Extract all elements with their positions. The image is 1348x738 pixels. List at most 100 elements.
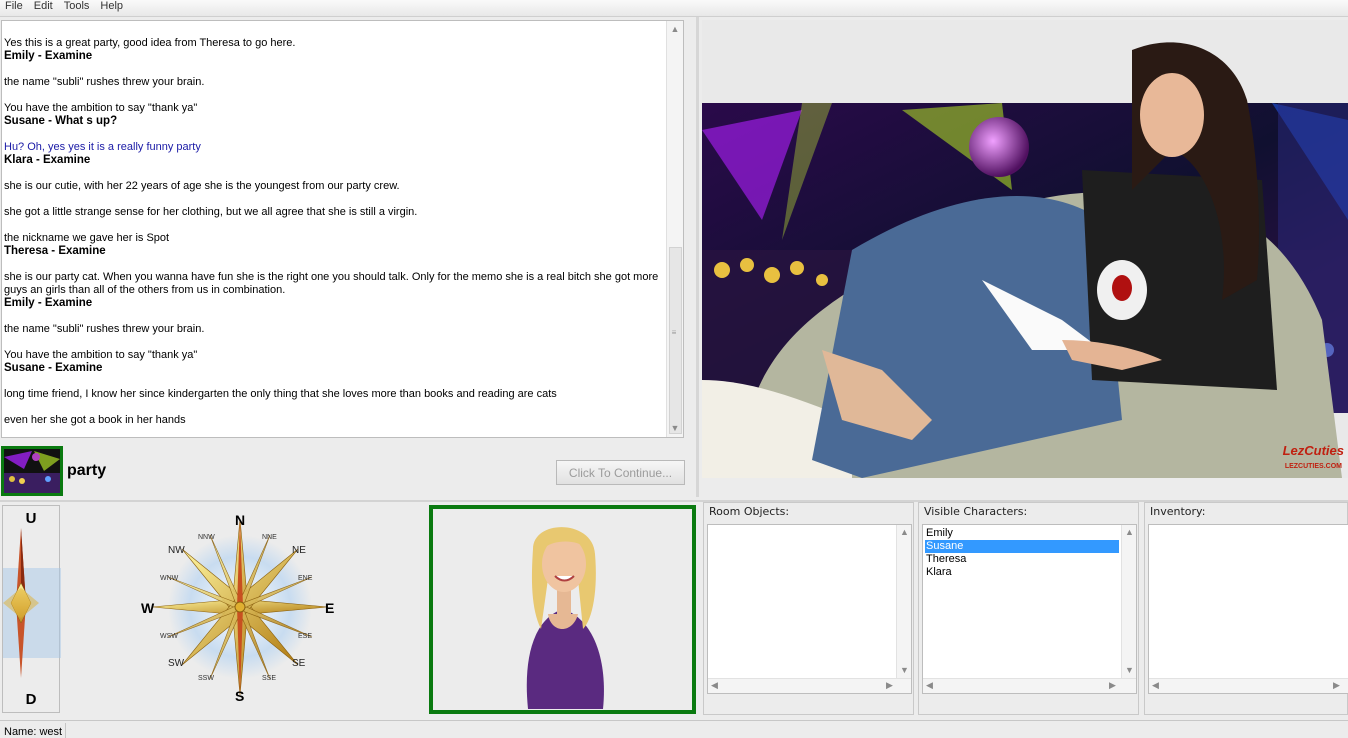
scroll-down-icon[interactable]: ▼ [669, 422, 681, 434]
log-scroll-thumb[interactable] [669, 247, 682, 434]
location-name: party [67, 462, 107, 479]
up-button[interactable]: U [3, 510, 59, 527]
log-line: Yes this is a great party, good idea fro… [4, 37, 296, 49]
characters-vscroll[interactable]: ▲ ▼ [1121, 525, 1136, 678]
compass-w[interactable]: W [141, 600, 154, 616]
log-scrollbar[interactable]: ▲ ≡ ▼ [666, 21, 683, 437]
log-spacer [4, 167, 664, 180]
log-line: Susane - What s up? [4, 115, 118, 127]
log-line: Emily - Examine [4, 297, 93, 309]
room-objects-hscroll[interactable]: ◀ ▶ [708, 678, 911, 693]
compass-nw[interactable]: NW [168, 545, 185, 556]
scene-logo-url: LEZCUTIES.COM [1284, 463, 1342, 470]
party-thumbnail-image [4, 449, 60, 493]
log-spacer [4, 375, 664, 388]
up-down-navigator: U D [2, 505, 61, 713]
inventory-hscroll[interactable]: ◀ ▶ [1149, 678, 1348, 693]
scroll-left-icon[interactable]: ◀ [926, 680, 933, 691]
log-spacer [4, 310, 664, 323]
room-objects-title: Room Objects: [709, 505, 790, 518]
characters-hscroll[interactable]: ◀ ▶ [923, 678, 1136, 693]
compass-sw[interactable]: SW [168, 658, 184, 669]
status-text: Name: west [4, 726, 63, 738]
visible-characters-title: Visible Characters: [924, 505, 1028, 518]
continue-button[interactable]: Click To Continue... [556, 460, 685, 485]
scroll-up-icon[interactable]: ▲ [1125, 527, 1134, 537]
room-objects-vscroll[interactable]: ▲ ▼ [896, 525, 911, 678]
scene-image: LezCuties LEZCUTIES.COM [702, 20, 1348, 478]
menu-tools[interactable]: Tools [59, 0, 96, 13]
scroll-right-icon[interactable]: ▶ [1109, 680, 1116, 691]
down-button[interactable]: D [3, 691, 59, 708]
character-item-emily[interactable]: Emily [925, 527, 1119, 540]
vertical-splitter[interactable] [696, 17, 699, 497]
scene-logo: LezCuties [1282, 443, 1344, 458]
log-line: she is our party cat. When you wanna hav… [4, 271, 662, 296]
scroll-left-icon[interactable]: ◀ [711, 680, 718, 691]
log-spacer [4, 219, 664, 232]
log-spacer [4, 336, 664, 349]
character-item-theresa[interactable]: Theresa [925, 553, 1119, 566]
scroll-right-icon[interactable]: ▶ [886, 680, 893, 691]
compass-rose-icon[interactable] [120, 507, 360, 713]
log-line: the nickname we gave her is Spot [4, 232, 170, 244]
character-portrait-image [526, 527, 604, 709]
up-down-arrow-icon[interactable] [3, 528, 61, 698]
inventory-title: Inventory: [1150, 505, 1206, 518]
inventory-list[interactable]: ◀ ▶ [1148, 524, 1348, 694]
compass-nnw[interactable]: NNW [198, 534, 215, 541]
compass-nne[interactable]: NNE [262, 534, 277, 541]
log-line: she got a little strange sense for her c… [4, 206, 418, 218]
scroll-up-icon[interactable]: ▲ [900, 527, 909, 537]
visible-characters-list[interactable]: ▲ ▼ ◀ ▶ Emily Susane Theresa Klara [922, 524, 1137, 694]
log-spacer [4, 193, 664, 206]
character-item-klara[interactable]: Klara [925, 566, 1119, 579]
compass-wnw[interactable]: WNW [160, 575, 178, 582]
log-line: even her she got a book in her hands [4, 414, 186, 426]
log-spacer [4, 128, 664, 141]
compass-ssw[interactable]: SSW [198, 675, 214, 682]
log-line: You have the ambition to say "thank ya" [4, 102, 198, 114]
inventory-panel: Inventory: ◀ ▶ [1144, 502, 1348, 715]
log-line: Emily - Examine [4, 50, 93, 62]
compass-ne[interactable]: NE [292, 545, 306, 556]
menu-file[interactable]: File [0, 0, 29, 13]
compass-n[interactable]: N [235, 512, 245, 528]
log-line: long time friend, I know her since kinde… [4, 388, 557, 400]
menu-bar: File Edit Tools Help [0, 0, 1348, 17]
log-line: the name "subli" rushes threw your brain… [4, 323, 205, 335]
location-thumbnail[interactable] [1, 446, 63, 496]
scroll-down-icon[interactable]: ▼ [1125, 665, 1134, 675]
log-spacer [4, 63, 664, 76]
compass-sse[interactable]: SSE [262, 675, 276, 682]
compass-ese[interactable]: ESE [298, 633, 312, 640]
log-spacer [4, 89, 664, 102]
scroll-up-icon[interactable]: ▲ [669, 23, 681, 35]
story-log[interactable]: Yes this is a great party, good idea fro… [1, 20, 684, 438]
compass-s[interactable]: S [235, 688, 244, 704]
menu-help[interactable]: Help [95, 0, 129, 13]
compass-ene[interactable]: ENE [298, 575, 312, 582]
menu-edit[interactable]: Edit [29, 0, 59, 13]
character-portrait [429, 505, 696, 714]
log-spacer [4, 258, 664, 271]
log-line: Hu? Oh, yes yes it is a really funny par… [4, 141, 201, 153]
room-objects-list[interactable]: ▲ ▼ ◀ ▶ [707, 524, 912, 694]
log-line: Susane - Examine [4, 362, 103, 374]
log-line: You have the ambition to say "thank ya" [4, 349, 198, 361]
scroll-down-icon[interactable]: ▼ [900, 665, 909, 675]
status-separator [65, 723, 66, 738]
log-line: the name "subli" rushes threw your brain… [4, 76, 205, 88]
compass-rose: N S E W NE NW SE SW NNE NNW ENE ESE SSE … [120, 507, 360, 713]
character-item-susane[interactable]: Susane [925, 540, 1119, 553]
compass-e[interactable]: E [325, 600, 334, 616]
log-line: Klara - Examine [4, 154, 91, 166]
scroll-left-icon[interactable]: ◀ [1152, 680, 1159, 691]
compass-se[interactable]: SE [292, 658, 305, 669]
log-line: she is our cutie, with her 22 years of a… [4, 180, 400, 192]
scene-picture [702, 42, 1348, 478]
compass-wsw[interactable]: WSW [160, 633, 178, 640]
story-log-text: Yes this is a great party, good idea fro… [4, 37, 664, 427]
scroll-right-icon[interactable]: ▶ [1333, 680, 1340, 691]
log-spacer [4, 401, 664, 414]
